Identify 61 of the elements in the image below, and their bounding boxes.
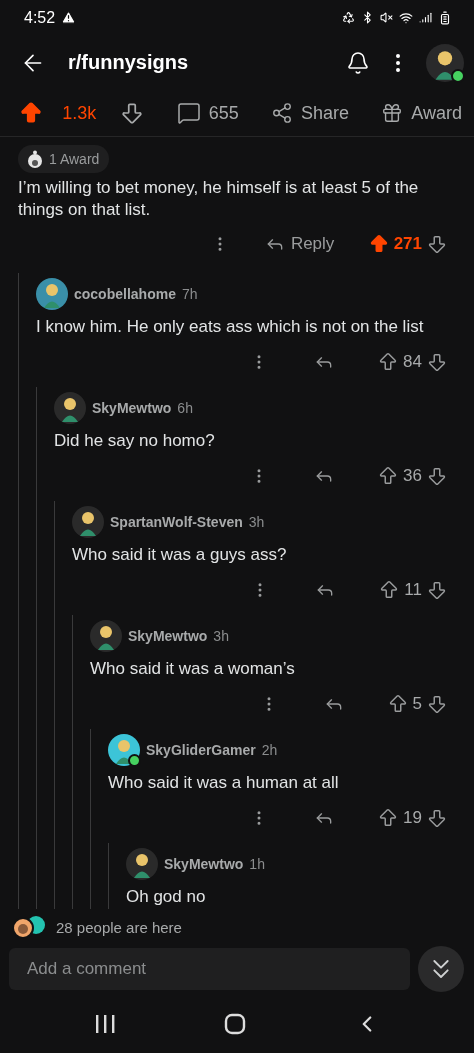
vote-count: 19: [403, 808, 422, 828]
subreddit-title[interactable]: r/funnysigns: [68, 51, 330, 74]
username[interactable]: SkyMewtwo: [92, 400, 172, 416]
comment-time: 3h: [213, 628, 229, 644]
downvote-icon[interactable]: [426, 579, 448, 601]
avatar[interactable]: [36, 278, 68, 310]
comment-time: 7h: [181, 286, 198, 302]
comment-time: 1h: [249, 856, 265, 872]
scroll-down-button[interactable]: [418, 946, 464, 992]
comment-time: 2h: [261, 742, 278, 758]
vote-count: 1.3k: [62, 102, 97, 124]
notification-icon[interactable]: [346, 50, 370, 75]
comment-icon[interactable]: [176, 101, 201, 125]
avatar[interactable]: [426, 43, 464, 82]
username[interactable]: cocobellahome: [74, 286, 176, 302]
comment-text: Did he say no homo?: [54, 430, 216, 452]
share-icon[interactable]: [271, 102, 293, 124]
comment-text: Who said it was a woman’s: [90, 658, 296, 680]
vote-count: 36: [403, 466, 422, 486]
avatar[interactable]: [72, 506, 104, 538]
wifi-icon: [399, 10, 413, 25]
avatar[interactable]: [108, 734, 140, 766]
downvote-icon[interactable]: [426, 465, 448, 487]
bluetooth-icon: [361, 11, 374, 24]
upvote-icon[interactable]: [18, 100, 44, 126]
username[interactable]: SpartanWolf-Steven: [110, 514, 243, 530]
battery-icon: [438, 10, 452, 25]
comment-time: 3h: [248, 514, 265, 530]
username[interactable]: SkyMewtwo: [128, 628, 208, 644]
vote-count: 84: [403, 352, 422, 372]
award-button[interactable]: Award: [381, 102, 462, 124]
avatar[interactable]: [54, 392, 86, 424]
share-button[interactable]: Share: [271, 102, 350, 124]
comment-text: I’m willing to bet money, he himself is at least 5 of the things on that list.: [18, 177, 420, 221]
username[interactable]: SkyGliderGamer: [146, 742, 256, 758]
downvote-icon[interactable]: [426, 807, 448, 829]
comments-button[interactable]: 655: [176, 101, 239, 125]
vote-count: 5: [412, 694, 422, 714]
award-badge[interactable]: 1 Award: [18, 145, 110, 173]
downvote-icon[interactable]: [426, 693, 448, 715]
status-time: 4:52: [24, 8, 56, 27]
vote-count: 271: [393, 234, 422, 254]
reply-button[interactable]: Reply: [249, 229, 350, 259]
comment-text: Who said it was a guys ass?: [72, 544, 288, 566]
warning-icon: [61, 10, 77, 25]
avatar[interactable]: [126, 848, 158, 880]
presence-text: 28 people are here: [56, 918, 182, 936]
award-icon: [26, 150, 44, 168]
comment-text: I know him. He only eats ass which is not on the list: [36, 316, 425, 338]
comment-time: 6h: [177, 400, 193, 416]
downvote-icon[interactable]: [426, 351, 448, 373]
signal-icon: [419, 11, 432, 24]
gift-icon[interactable]: [381, 102, 404, 124]
comment-text: Who said it was a human at all: [108, 772, 340, 794]
vote-count: 11: [404, 580, 422, 600]
downvote-icon[interactable]: [426, 233, 448, 255]
comment-input[interactable]: Add a comment: [9, 948, 410, 990]
comment-text: Oh god no: [126, 886, 207, 908]
avatar[interactable]: [90, 620, 122, 652]
username[interactable]: SkyMewtwo: [164, 856, 244, 872]
mute-icon: [380, 11, 393, 24]
